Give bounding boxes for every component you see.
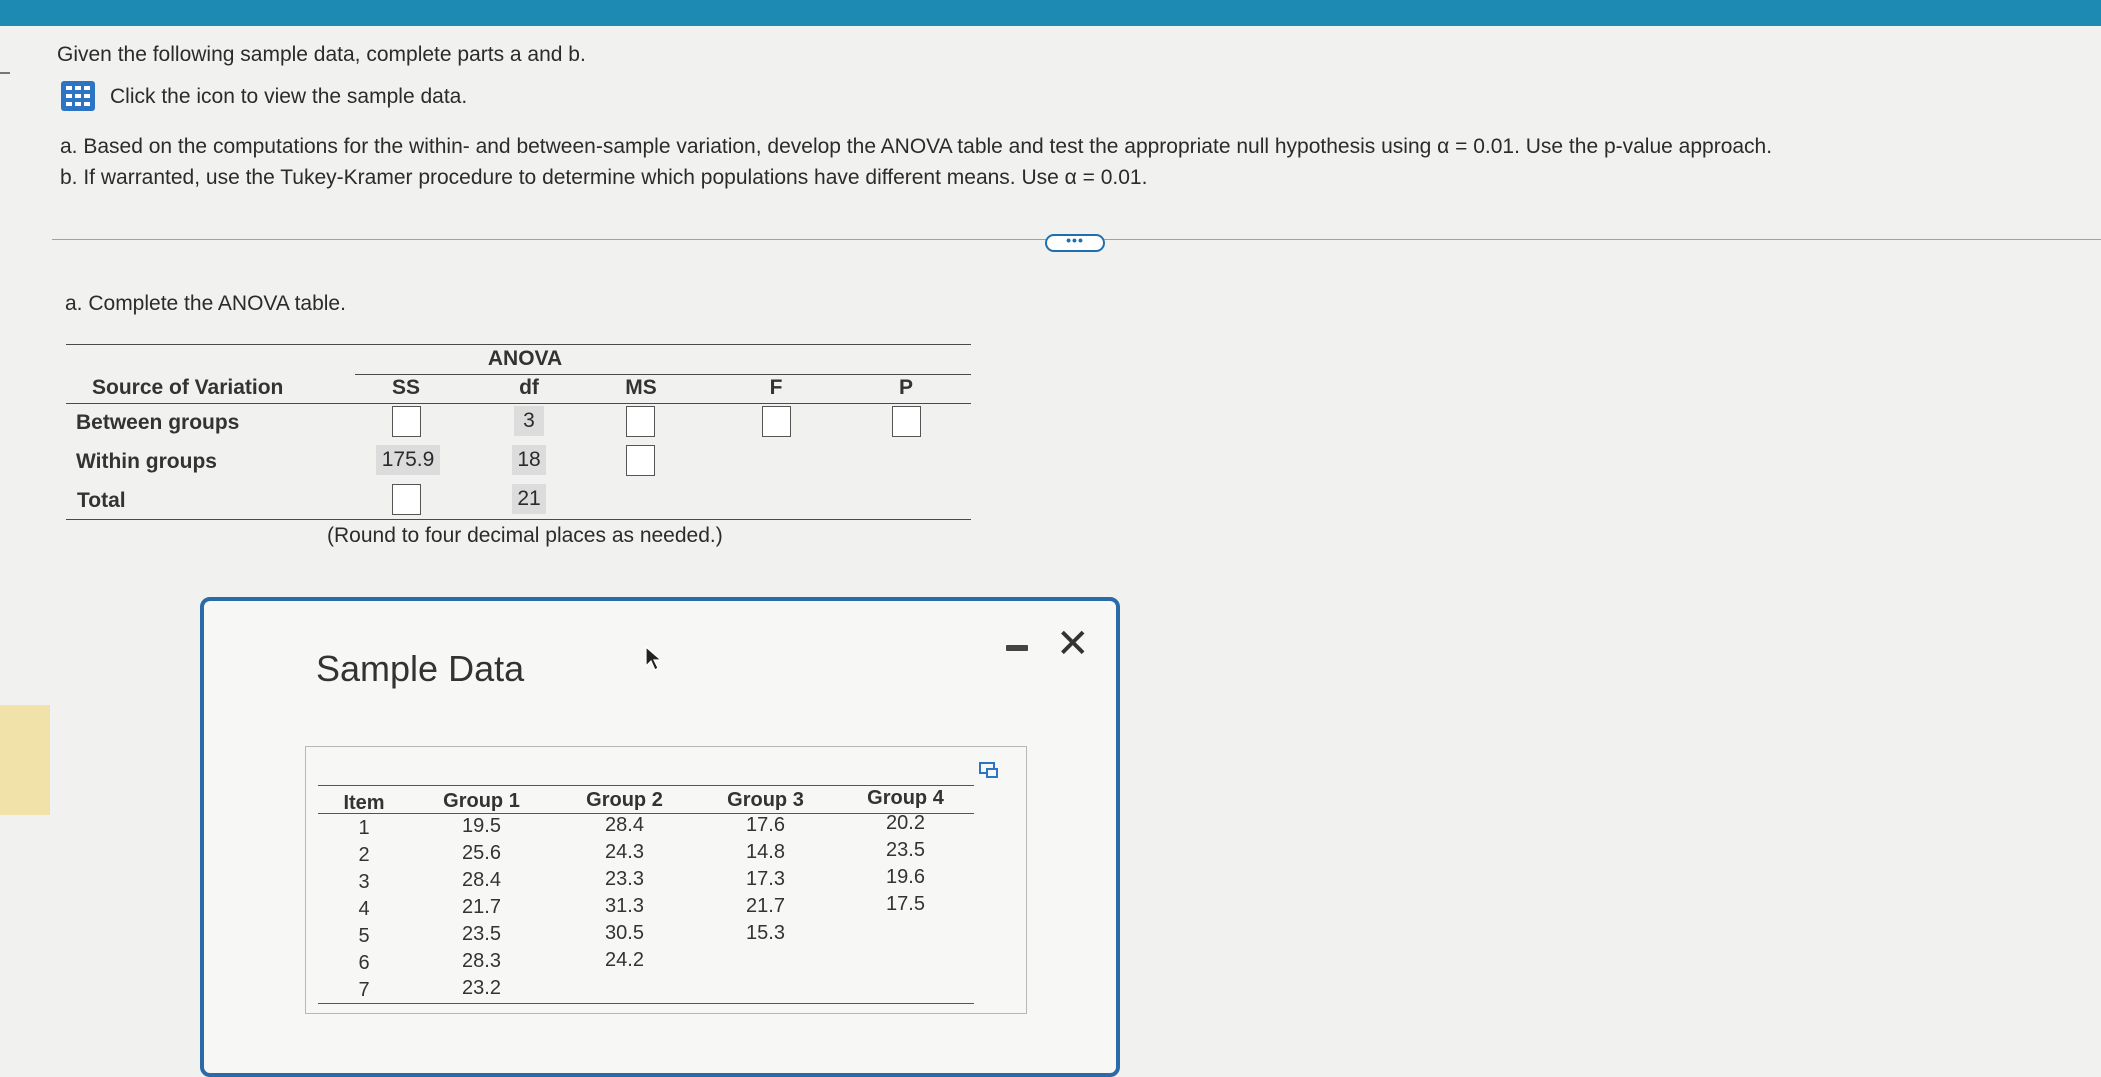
anova-title: ANOVA	[487, 347, 563, 370]
mouse-cursor-icon	[645, 645, 663, 677]
header-ms: MS	[625, 376, 657, 399]
header-rule	[66, 403, 971, 404]
row-label-within: Within groups	[76, 450, 217, 473]
group3-cells: 17.6 14.8 17.3 21.7 15.3	[708, 812, 823, 947]
data-cell: 21.7	[746, 895, 785, 917]
data-col-item: Item 1 2 3 4 5 6 7	[324, 792, 404, 1004]
data-cell: 2	[358, 844, 370, 866]
data-cell: 19.6	[886, 866, 925, 888]
expand-more-button[interactable]: •••	[1045, 233, 1105, 252]
header-df: df	[519, 376, 539, 399]
data-cell: 3	[358, 871, 370, 893]
col-header-group1: Group 1	[443, 790, 520, 812]
data-cell: 24.3	[605, 841, 644, 863]
data-cell: 6	[358, 952, 370, 974]
data-cell: 5	[358, 925, 370, 947]
header-source: Source of Variation	[92, 376, 284, 399]
header-f: F	[769, 376, 783, 399]
total-df-value: 21	[512, 484, 546, 514]
within-df-value: 18	[512, 445, 546, 475]
total-ss-input[interactable]	[392, 484, 421, 515]
close-icon[interactable]: ✕	[1056, 624, 1090, 664]
data-cell: 17.6	[746, 814, 785, 836]
item-cells: 1 2 3 4 5 6 7	[324, 815, 404, 1004]
icon-hint-text: Click the icon to view the sample data.	[110, 85, 468, 108]
between-f-input[interactable]	[762, 406, 791, 437]
data-cell: 19.5	[462, 815, 501, 837]
row-label-total: Total	[77, 489, 126, 512]
copy-icon[interactable]	[978, 760, 1000, 785]
data-col-group2: Group 2 28.4 24.3 23.3 31.3 30.5 24.2	[567, 789, 682, 974]
top-bar	[0, 0, 2101, 26]
dialog-title: Sample Data	[316, 648, 525, 689]
table-top-rule	[66, 344, 971, 345]
data-cell: 23.5	[462, 923, 501, 945]
side-highlight-strip	[0, 705, 50, 815]
grid-table-icon[interactable]	[61, 81, 95, 111]
within-ss-value: 175.9	[376, 445, 440, 475]
col-header-item: Item	[343, 792, 385, 814]
data-cell: 15.3	[746, 922, 785, 944]
data-cell: 14.8	[746, 841, 785, 863]
data-cell: 1	[358, 817, 370, 839]
group1-cells: 19.5 25.6 28.4 21.7 23.5 28.3 23.2	[424, 813, 539, 1002]
between-ms-input[interactable]	[626, 406, 655, 437]
between-ss-input[interactable]	[392, 406, 421, 437]
col-header-group4: Group 4	[867, 787, 944, 809]
data-cell: 17.3	[746, 868, 785, 890]
data-col-group4: Group 4 20.2 23.5 19.6 17.5	[848, 787, 963, 918]
data-cell: 21.7	[462, 896, 501, 918]
anova-instruction: a. Complete the ANOVA table.	[65, 292, 346, 315]
data-cell: 23.5	[886, 839, 925, 861]
table-bottom-rule	[66, 519, 971, 520]
between-p-input[interactable]	[892, 406, 921, 437]
group2-cells: 28.4 24.3 23.3 31.3 30.5 24.2	[567, 812, 682, 974]
between-df-value: 3	[514, 406, 544, 436]
data-table-bottom-rule	[318, 1003, 974, 1004]
data-cell: 20.2	[886, 812, 925, 834]
data-cell: 31.3	[605, 895, 644, 917]
data-cell: 4	[358, 898, 370, 920]
anova-title-rule	[355, 374, 971, 375]
part-b-text: b. If warranted, use the Tukey-Kramer pr…	[60, 166, 1148, 189]
within-ms-input[interactable]	[626, 445, 655, 476]
header-ss: SS	[391, 376, 420, 399]
data-cell: 23.3	[605, 868, 644, 890]
data-cell: 28.4	[605, 814, 644, 836]
part-a-text: a. Based on the computations for the wit…	[60, 135, 1773, 158]
data-cell: 28.3	[462, 950, 501, 972]
col-header-group3: Group 3	[727, 789, 804, 811]
data-cell: 30.5	[605, 922, 644, 944]
data-cell: 7	[358, 979, 370, 1001]
left-edge-mark	[0, 72, 10, 74]
data-col-group1: Group 1 19.5 25.6 28.4 21.7 23.5 28.3 23.2	[424, 790, 539, 1002]
question-intro: Given the following sample data, complet…	[57, 43, 586, 66]
data-col-group3: Group 3 17.6 14.8 17.3 21.7 15.3	[708, 789, 823, 947]
row-label-between: Between groups	[76, 411, 240, 434]
data-table-top-rule	[318, 785, 974, 786]
data-cell: 25.6	[462, 842, 501, 864]
data-cell: 17.5	[886, 893, 925, 915]
header-p: P	[898, 376, 913, 399]
data-cell: 24.2	[605, 949, 644, 971]
data-cell: 28.4	[462, 869, 501, 891]
minimize-icon[interactable]	[1006, 645, 1028, 651]
col-header-group2: Group 2	[586, 789, 663, 811]
group4-cells: 20.2 23.5 19.6 17.5	[848, 810, 963, 918]
rounding-note: (Round to four decimal places as needed.…	[327, 524, 723, 547]
data-cell: 23.2	[462, 977, 501, 999]
